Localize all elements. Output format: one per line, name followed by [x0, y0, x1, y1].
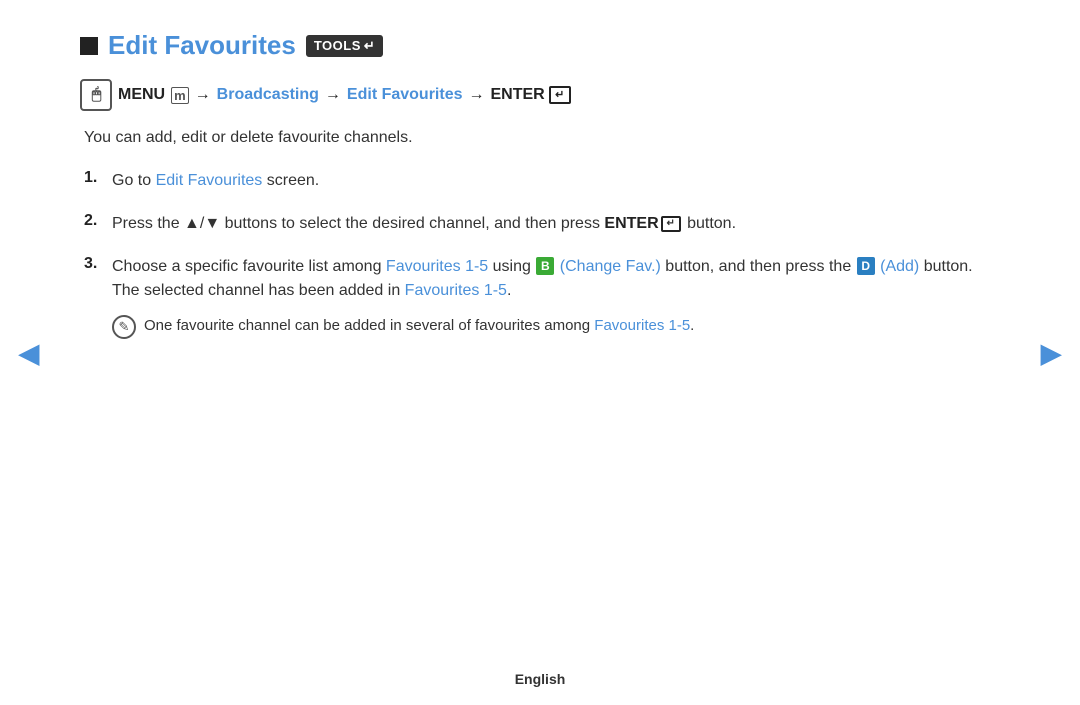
enter-label: ENTER	[491, 86, 545, 104]
menu-remote-icon: 🖱	[80, 79, 112, 111]
description-text: You can add, edit or delete favourite ch…	[84, 129, 1000, 147]
blue-d-badge: D	[857, 257, 875, 275]
step-2: 2. Press the ▲/▼ buttons to select the d…	[84, 212, 1000, 237]
footer-language: English	[515, 671, 566, 687]
page-content: Edit Favourites TOOLS ↵ 🖱 MENU m → Broad…	[0, 0, 1080, 705]
page-title: Edit Favourites	[108, 30, 296, 61]
note-row: ✎ One favourite channel can be added in …	[112, 314, 1000, 339]
menu-suffix-icon: m	[171, 87, 189, 104]
menu-arrow-1: →	[195, 86, 211, 104]
steps-list: 1. Go to Edit Favourites screen. 2. Pres…	[84, 169, 1000, 339]
step-3-add-link: (Add)	[880, 258, 919, 275]
enter-keyword: ENTER↵	[491, 86, 571, 104]
step-2-enter-bold: ENTER	[604, 215, 658, 232]
step-2-content: Press the ▲/▼ buttons to select the desi…	[112, 212, 736, 237]
footer: English	[0, 671, 1080, 687]
step-1-content: Go to Edit Favourites screen.	[112, 169, 319, 194]
menu-keyword: MENU	[118, 86, 165, 104]
tools-icon: ↵	[364, 38, 375, 54]
title-square-icon	[80, 37, 98, 55]
step-1: 1. Go to Edit Favourites screen.	[84, 169, 1000, 194]
step-1-number: 1.	[84, 169, 112, 187]
note-icon: ✎	[112, 315, 136, 339]
title-row: Edit Favourites TOOLS ↵	[80, 30, 1000, 61]
menu-arrow-2: →	[325, 86, 341, 104]
menu-arrow-3: →	[469, 86, 485, 104]
step-3-link2: Favourites 1-5	[405, 282, 507, 299]
step-3-content: Choose a specific favourite list among F…	[112, 255, 1000, 340]
menu-broadcasting-link: Broadcasting	[217, 86, 319, 104]
step-2-enter-icon: ↵	[661, 216, 681, 232]
tools-badge: TOOLS ↵	[306, 35, 383, 57]
step-2-number: 2.	[84, 212, 112, 230]
step-3: 3. Choose a specific favourite list amon…	[84, 255, 1000, 340]
menu-edit-favourites-link: Edit Favourites	[347, 86, 463, 104]
menu-path: 🖱 MENU m → Broadcasting → Edit Favourite…	[80, 79, 1000, 111]
enter-icon: ↵	[549, 86, 571, 104]
step-1-link: Edit Favourites	[156, 172, 263, 189]
step-3-link1: Favourites 1-5	[386, 258, 488, 275]
green-b-badge: B	[536, 257, 554, 275]
tools-label: TOOLS	[314, 38, 361, 53]
note-content: One favourite channel can be added in se…	[144, 314, 694, 337]
step-3-change-fav: (Change Fav.)	[560, 258, 661, 275]
note-link: Favourites 1-5	[594, 317, 690, 334]
step-3-number: 3.	[84, 255, 112, 273]
